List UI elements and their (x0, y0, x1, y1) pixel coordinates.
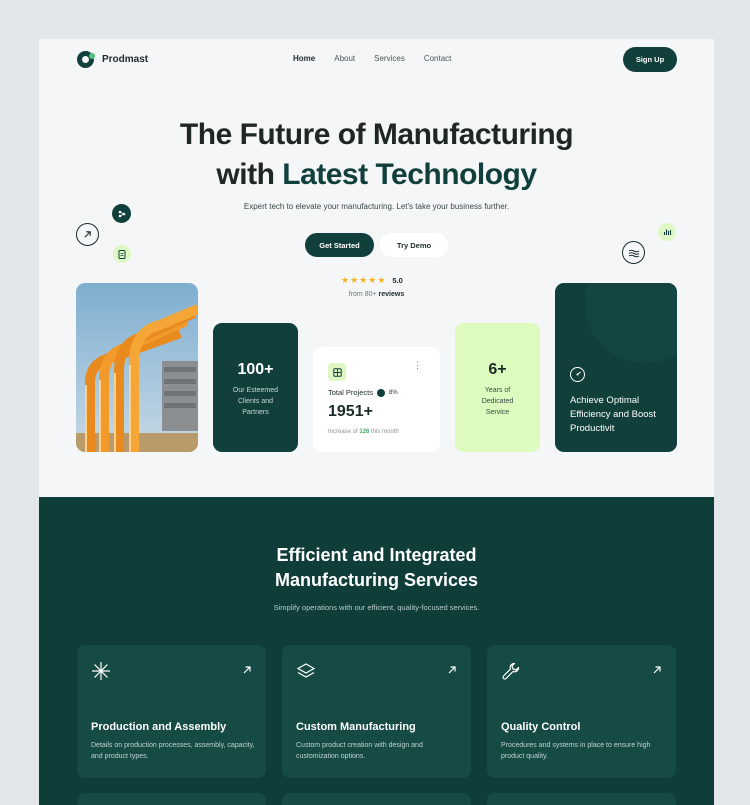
main-menu: Home About Services Contact (293, 54, 451, 63)
nav-item-services[interactable]: Services (374, 54, 405, 63)
try-demo-button[interactable]: Try Demo (380, 233, 448, 257)
rating-value: 5.0 (392, 276, 403, 285)
services-title-line2: Manufacturing Services (274, 570, 479, 590)
rating-from: from 80+ (348, 291, 377, 298)
nav-item-contact[interactable]: Contact (424, 54, 452, 63)
get-started-button[interactable]: Get Started (305, 233, 374, 257)
years-stat-card: 6+ Years of Dedicated Service (455, 323, 540, 452)
clients-label: Our Esteemed Clients and Partners (232, 387, 279, 416)
projects-label: Total Projects (328, 388, 374, 397)
nav-item-home[interactable]: Home (293, 54, 315, 63)
more-options-icon[interactable]: ⋮ (413, 361, 422, 370)
sign-up-button[interactable]: Sign Up (623, 47, 677, 72)
service-card-custom[interactable]: Custom Manufacturing Custom product crea… (282, 645, 471, 778)
service-description: Custom product creation with design and … (296, 742, 423, 760)
clients-stat-card: 100+ Our Esteemed Clients and Partners (213, 323, 298, 452)
bar-chart-icon (658, 223, 676, 241)
nav-item-about[interactable]: About (334, 54, 355, 63)
service-card-production[interactable]: Production and Assembly Details on produ… (77, 645, 266, 778)
services-section: Efficient and Integrated Manufacturing S… (39, 497, 714, 805)
service-title: Custom Manufacturing (296, 721, 416, 733)
service-description: Procedures and systems in place to ensur… (501, 742, 651, 760)
arrow-up-right-icon (76, 223, 99, 246)
service-card-peek (77, 793, 266, 805)
star-icon: ★ (341, 275, 350, 285)
arrow-up-right-icon (653, 666, 661, 674)
projects-number: 1951+ (328, 403, 373, 420)
projects-note-suffix: this month (371, 429, 399, 435)
hero-title-prefix: with (216, 158, 283, 191)
hero-title: The Future of Manufacturing with Latest … (39, 115, 714, 195)
rating: ★ ★ ★ ★ ★ 5.0 (341, 275, 403, 286)
service-card-quality[interactable]: Quality Control Procedures and systems i… (487, 645, 676, 778)
asterisk-icon (92, 662, 110, 680)
gauge-icon (570, 367, 585, 382)
service-title: Production and Assembly (91, 721, 227, 733)
efficiency-card: Achieve Optimal Efficiency and Boost Pro… (555, 283, 677, 452)
clients-number: 100+ (237, 361, 274, 378)
layers-icon (296, 663, 316, 678)
star-icon: ★ (368, 275, 377, 285)
projects-stat-card: ⋮ Total Projects 8% 1951+ Increase of 12… (313, 347, 440, 452)
services-title: Efficient and Integrated Manufacturing S… (39, 543, 714, 593)
service-description: Details on production processes, assembl… (91, 742, 255, 760)
grid-icon (328, 363, 346, 381)
services-subtitle: Simplify operations with our efficient, … (273, 603, 480, 612)
rating-reviews: reviews (378, 291, 405, 298)
hero-title-line2: with Latest Technology (39, 155, 714, 195)
years-label: Years of Dedicated Service (481, 387, 514, 416)
factory-pipes-image (76, 283, 198, 452)
hero-title-line1: The Future of Manufacturing (179, 118, 574, 151)
star-icon: ★ (377, 275, 386, 285)
hero-title-accent: Latest Technology (282, 158, 537, 191)
service-card-peek (487, 793, 676, 805)
years-number: 6+ (488, 361, 507, 378)
projects-note-value: 126 (359, 429, 370, 435)
top-nav: Prodmast Home About Services Contact Sig… (39, 39, 714, 81)
trend-up-icon (377, 388, 386, 397)
efficiency-text: Achieve Optimal Efficiency and Boost Pro… (570, 395, 656, 434)
brand-logo[interactable]: Prodmast (77, 51, 148, 68)
service-title: Quality Control (501, 721, 581, 733)
arrow-up-right-icon (243, 666, 251, 674)
arrow-up-right-icon (448, 666, 456, 674)
landing-page: Prodmast Home About Services Contact Sig… (39, 39, 714, 805)
waves-icon (622, 241, 645, 264)
service-card-peek (282, 793, 471, 805)
projects-label-row: Total Projects 8% (328, 388, 398, 397)
nodes-icon (112, 204, 131, 223)
services-title-line1: Efficient and Integrated (276, 545, 477, 565)
projects-note-prefix: Increase of (328, 429, 358, 435)
projects-note: Increase of 126 this month (328, 429, 399, 435)
wrench-icon (502, 662, 520, 680)
star-icon: ★ (359, 275, 368, 285)
brand-name: Prodmast (102, 54, 149, 65)
hero-subtitle: Expert tech to elevate your manufacturin… (243, 202, 510, 211)
star-icon: ★ (350, 275, 359, 285)
projects-percent: 8% (389, 389, 398, 396)
document-icon (113, 245, 131, 263)
brand-logo-icon (77, 51, 95, 68)
